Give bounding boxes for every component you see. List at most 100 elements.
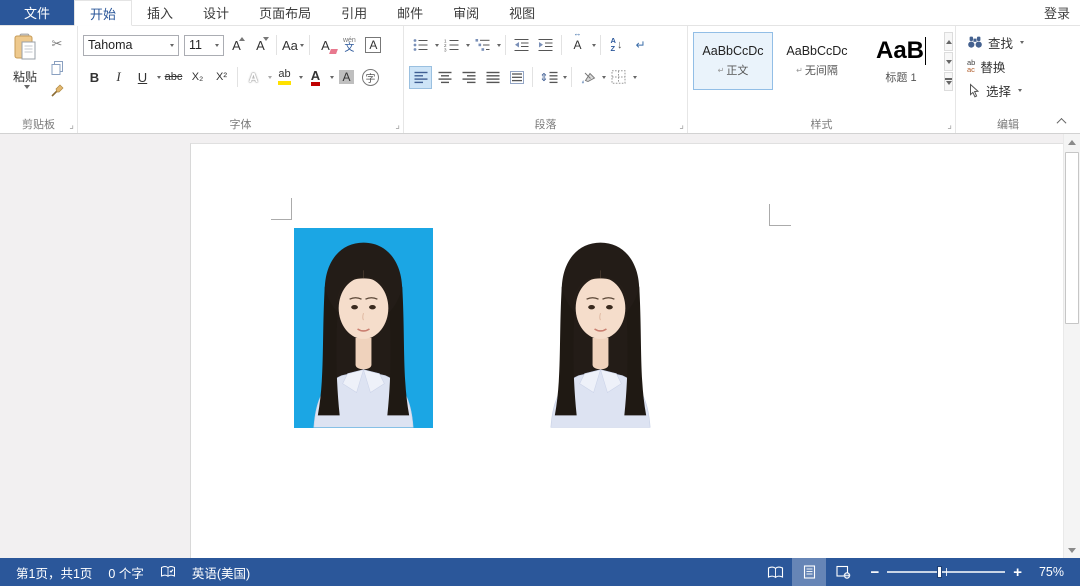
strikethrough-button[interactable]: abc bbox=[162, 66, 185, 89]
print-layout-button[interactable] bbox=[792, 558, 826, 586]
font-name-select[interactable]: Tahoma bbox=[83, 35, 179, 56]
find-button[interactable]: 查找 bbox=[961, 32, 1055, 52]
line-spacing-button[interactable]: ⇕ bbox=[537, 66, 560, 89]
paste-dropdown-arrow[interactable] bbox=[24, 85, 30, 89]
scroll-down-button[interactable] bbox=[1064, 542, 1080, 558]
bold-button[interactable]: B bbox=[83, 66, 106, 89]
change-case-button[interactable]: Aa bbox=[281, 34, 305, 57]
tab-mailings[interactable]: 邮件 bbox=[382, 0, 438, 25]
italic-button[interactable]: I bbox=[107, 66, 130, 89]
subscript-button[interactable]: X₂ bbox=[186, 66, 209, 89]
zoom-slider[interactable] bbox=[887, 571, 1005, 573]
read-mode-button[interactable] bbox=[758, 558, 792, 586]
bullets-dropdown-arrow[interactable] bbox=[435, 44, 439, 47]
style-card-normal[interactable]: AaBbCcDc ↵正文 bbox=[693, 32, 773, 90]
shading-dropdown-arrow[interactable] bbox=[602, 76, 606, 79]
align-left-button[interactable] bbox=[409, 66, 432, 89]
collapse-ribbon-button[interactable] bbox=[1052, 114, 1070, 128]
grow-font-button[interactable]: A bbox=[225, 34, 248, 57]
tab-insert[interactable]: 插入 bbox=[132, 0, 188, 25]
align-right-button[interactable] bbox=[457, 66, 480, 89]
format-painter-button[interactable] bbox=[47, 80, 67, 100]
font-color-dropdown-arrow[interactable] bbox=[330, 76, 334, 79]
language-status[interactable]: 英语(美国) bbox=[184, 558, 258, 586]
cut-button[interactable]: ✂ bbox=[47, 34, 67, 54]
borders-button[interactable] bbox=[607, 66, 630, 89]
paragraph-dialog-launcher[interactable]: ⌟ bbox=[679, 121, 684, 131]
bullets-button[interactable] bbox=[409, 34, 432, 57]
styles-scroll-down-button[interactable] bbox=[944, 52, 953, 71]
proofing-status[interactable] bbox=[152, 558, 184, 586]
highlight-dropdown-arrow[interactable] bbox=[299, 76, 303, 79]
zoom-in-button[interactable]: + bbox=[1013, 565, 1022, 580]
tab-home[interactable]: 开始 bbox=[74, 0, 132, 26]
distributed-button[interactable] bbox=[505, 66, 528, 89]
style-card-no-spacing[interactable]: AaBbCcDc ↵无间隔 bbox=[777, 32, 857, 90]
font-name-value: Tahoma bbox=[88, 38, 132, 52]
character-border-button[interactable]: A bbox=[362, 34, 385, 57]
text-effects-dropdown-arrow[interactable] bbox=[268, 76, 272, 79]
shrink-font-button[interactable]: A bbox=[249, 34, 272, 57]
document-page[interactable] bbox=[190, 143, 1063, 558]
word-count-status[interactable]: 0 个字 bbox=[100, 558, 151, 586]
align-center-button[interactable] bbox=[433, 66, 456, 89]
text-highlight-button[interactable]: ab bbox=[273, 66, 296, 89]
tab-file[interactable]: 文件 bbox=[0, 0, 74, 25]
underline-button[interactable]: U bbox=[131, 66, 154, 89]
style-card-heading1[interactable]: AaB 标题 1 bbox=[861, 32, 941, 90]
replace-label: 替换 bbox=[980, 57, 1005, 76]
underline-dropdown-arrow[interactable] bbox=[157, 76, 161, 79]
font-dialog-launcher[interactable]: ⌟ bbox=[395, 121, 400, 131]
asian-layout-button[interactable]: ↔ A bbox=[566, 34, 589, 57]
pilcrow-icon: ↵ bbox=[796, 66, 803, 75]
styles-gallery-more-button[interactable] bbox=[944, 72, 953, 91]
font-size-select[interactable]: 11 bbox=[184, 35, 224, 56]
multilevel-dropdown-arrow[interactable] bbox=[497, 44, 501, 47]
tab-review[interactable]: 审阅 bbox=[438, 0, 494, 25]
tab-design[interactable]: 设计 bbox=[188, 0, 244, 25]
copy-button[interactable] bbox=[47, 57, 67, 77]
web-layout-button[interactable] bbox=[826, 558, 860, 586]
styles-scroll-up-button[interactable] bbox=[944, 32, 953, 51]
select-button[interactable]: 选择 bbox=[961, 80, 1055, 100]
paragraph-group: 123 bbox=[404, 26, 688, 133]
character-shading-button[interactable]: A bbox=[335, 66, 358, 89]
clear-formatting-button[interactable]: A bbox=[314, 34, 337, 57]
show-hide-marks-button[interactable]: ↵ bbox=[629, 34, 652, 57]
style-name: ↵正文 bbox=[718, 62, 749, 78]
word-window: 文件 开始 插入 设计 页面布局 引用 邮件 审阅 视图 登录 bbox=[0, 0, 1080, 586]
borders-dropdown-arrow[interactable] bbox=[633, 76, 637, 79]
sort-button[interactable]: AZ ↓ bbox=[605, 34, 628, 57]
tab-references[interactable]: 引用 bbox=[326, 0, 382, 25]
enclose-characters-button[interactable]: 字 bbox=[359, 66, 382, 89]
asian-layout-dropdown-arrow[interactable] bbox=[592, 44, 596, 47]
zoom-level[interactable]: 75% bbox=[1030, 565, 1064, 579]
scroll-up-button[interactable] bbox=[1064, 134, 1080, 150]
numbering-dropdown-arrow[interactable] bbox=[466, 44, 470, 47]
replace-button[interactable]: ab ac 替换 bbox=[961, 56, 1055, 76]
superscript-button[interactable]: X² bbox=[210, 66, 233, 89]
phonetic-guide-button[interactable]: wén 文 bbox=[338, 34, 361, 57]
multilevel-list-button[interactable] bbox=[471, 34, 494, 57]
decrease-indent-button[interactable] bbox=[510, 34, 533, 57]
shading-button[interactable] bbox=[576, 66, 599, 89]
increase-indent-button[interactable] bbox=[534, 34, 557, 57]
clipboard-dialog-launcher[interactable]: ⌟ bbox=[69, 121, 74, 131]
vertical-scrollbar[interactable] bbox=[1063, 134, 1080, 558]
id-photo-blue-background[interactable] bbox=[294, 228, 433, 428]
id-photo-white-background[interactable] bbox=[531, 228, 670, 428]
page-number-status[interactable]: 第1页，共1页 bbox=[8, 558, 100, 586]
zoom-slider-thumb[interactable] bbox=[937, 566, 942, 578]
tab-page-layout[interactable]: 页面布局 bbox=[244, 0, 326, 25]
numbering-button[interactable]: 123 bbox=[440, 34, 463, 57]
styles-dialog-launcher[interactable]: ⌟ bbox=[947, 121, 952, 131]
text-effects-button[interactable]: A bbox=[242, 66, 265, 89]
zoom-out-button[interactable]: − bbox=[870, 565, 879, 580]
font-color-button[interactable]: A bbox=[304, 66, 327, 89]
line-spacing-dropdown-arrow[interactable] bbox=[563, 76, 567, 79]
scrollbar-thumb[interactable] bbox=[1065, 152, 1079, 324]
justify-button[interactable] bbox=[481, 66, 504, 89]
paste-button[interactable]: 粘贴 bbox=[5, 31, 45, 114]
sign-in-link[interactable]: 登录 bbox=[1034, 0, 1080, 25]
tab-view[interactable]: 视图 bbox=[494, 0, 550, 25]
